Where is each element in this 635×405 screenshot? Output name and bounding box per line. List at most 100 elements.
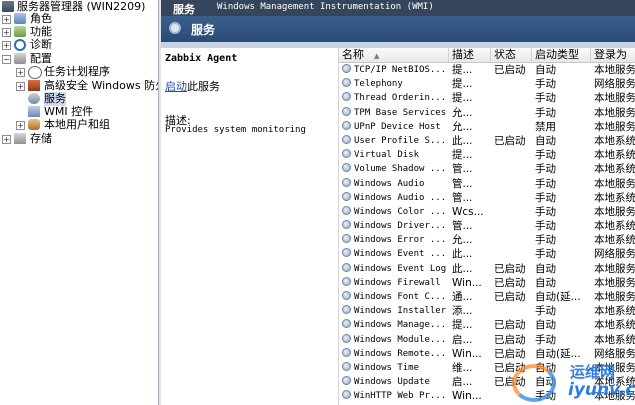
- service-logon-cell: 本地系统: [594, 234, 635, 247]
- service-gear-icon: [342, 248, 351, 258]
- service-name-text: Windows Remote...: [354, 348, 447, 359]
- service-row[interactable]: TPM Base Services 允... 手动 本地服务: [339, 106, 635, 120]
- services-gear-icon: [169, 22, 181, 34]
- services-header: 服务: [161, 16, 635, 42]
- service-logon-cell: 本地系统: [594, 319, 635, 332]
- tree-item-label: WMI 控件: [44, 105, 94, 118]
- expand-icon[interactable]: +: [16, 82, 25, 91]
- service-gear-icon: [342, 305, 351, 315]
- service-gear-icon: [342, 149, 351, 159]
- service-startup-cell: 手动: [535, 177, 556, 190]
- service-row[interactable]: UPnP Device Host 允... 禁用 本地服务: [339, 120, 635, 134]
- service-gear-icon: [342, 333, 351, 343]
- service-startup-cell: 自动: [535, 319, 556, 332]
- service-gear-icon: [342, 163, 351, 173]
- service-logon-cell: 本地系统: [594, 220, 635, 233]
- service-logon-cell: 本地服务: [594, 291, 635, 303]
- firewall-icon: [28, 80, 40, 91]
- service-row[interactable]: Windows Font C... 通... 已启动 自动(延... 本地服务: [339, 290, 635, 304]
- service-name-cell: Volume Shadow ...: [342, 162, 448, 176]
- service-row[interactable]: Windows Color ... Wcs... 手动 本地服务: [339, 205, 635, 219]
- service-name-cell: UPnP Device Host: [342, 120, 448, 134]
- service-gear-icon: [342, 347, 351, 357]
- expand-icon[interactable]: +: [16, 68, 25, 77]
- service-status-cell: 已启动: [494, 276, 526, 289]
- service-name-text: Windows Audio ...: [354, 192, 447, 203]
- column-status[interactable]: 状态: [491, 48, 532, 62]
- service-gear-icon: [342, 262, 351, 272]
- column-logon-as[interactable]: 登录为: [591, 48, 635, 62]
- service-row[interactable]: Windows Error ... 允... 手动 本地系统: [339, 233, 635, 247]
- service-desc-cell: 通...: [452, 291, 473, 303]
- service-startup-cell: 手动: [535, 248, 556, 261]
- expand-icon[interactable]: +: [2, 28, 11, 37]
- service-startup-cell: 自动: [535, 276, 556, 289]
- tree-item-label: 配置: [30, 52, 52, 65]
- service-gear-icon: [342, 64, 351, 73]
- service-row[interactable]: Windows Firewall Win... 已启动 自动 本地服务: [339, 276, 635, 290]
- expand-icon[interactable]: +: [2, 135, 11, 144]
- service-row[interactable]: Windows Audio 管... 手动 本地服务: [339, 177, 635, 191]
- service-row[interactable]: Windows Module... 启... 已启动 手动 本地系统: [339, 333, 635, 347]
- wmi-title: Windows Management Instrumentation (WMI): [217, 2, 434, 12]
- selected-service-name: Zabbix Agent: [165, 53, 238, 64]
- service-desc-cell: 提...: [452, 149, 473, 162]
- service-name-text: TCP/IP NetBIOS...: [354, 65, 447, 75]
- service-name-text: Windows Manage...: [354, 320, 447, 331]
- section-title: 服务: [173, 3, 195, 16]
- service-gear-icon: [342, 78, 351, 88]
- service-status-cell: 已启动: [494, 64, 526, 76]
- service-row[interactable]: Windows Event Log 此... 已启动 自动 本地服务: [339, 262, 635, 276]
- service-logon-cell: 本地系统: [594, 191, 635, 204]
- service-name-text: Windows Event ...: [354, 249, 447, 260]
- column-name[interactable]: 名称 ▲: [339, 48, 449, 62]
- service-row[interactable]: Windows Audio ... 管... 手动 本地系统: [339, 191, 635, 205]
- expand-icon[interactable]: +: [2, 15, 11, 24]
- service-row[interactable]: Windows Manage... 提... 已启动 自动 本地系统: [339, 318, 635, 332]
- roles-icon: [14, 13, 26, 24]
- service-desc-cell: 管...: [452, 220, 473, 233]
- service-row[interactable]: Windows Remote... Win... 已启动 自动(延... 网络服务: [339, 347, 635, 361]
- collapse-icon[interactable]: −: [2, 55, 11, 64]
- service-startup-cell: 手动: [535, 205, 556, 218]
- services-icon: [28, 93, 40, 104]
- service-startup-cell: 手动: [535, 333, 556, 346]
- column-startup-type[interactable]: 启动类型: [532, 48, 591, 62]
- service-name-cell: Windows Firewall: [342, 276, 448, 290]
- service-name-cell: Windows Font C...: [342, 290, 448, 304]
- configuration-icon: [14, 53, 26, 64]
- service-row[interactable]: Volume Shadow ... 管... 手动 本地系统: [339, 162, 635, 176]
- service-gear-icon: [342, 390, 351, 400]
- service-row[interactable]: Windows Installer 添... 手动 本地系统: [339, 304, 635, 318]
- service-row[interactable]: Telephony 提... 手动 网络服务: [339, 77, 635, 91]
- watermark-en: iyunv.com: [568, 380, 635, 400]
- expand-icon[interactable]: +: [16, 121, 25, 130]
- service-name-text: Telephony: [354, 79, 403, 90]
- service-row[interactable]: TCP/IP NetBIOS... 提... 已启动 自动 本地服务: [339, 63, 635, 77]
- service-logon-cell: 本地系统: [594, 149, 635, 162]
- service-gear-icon: [342, 106, 351, 116]
- tree-item-label: 本地用户和组: [44, 118, 110, 131]
- column-description[interactable]: 描述: [449, 48, 491, 62]
- service-desc-cell: 启...: [452, 376, 473, 389]
- service-desc-cell: 此...: [452, 262, 473, 275]
- service-logon-cell: 本地系统: [594, 305, 635, 318]
- service-startup-cell: 自动: [535, 262, 556, 275]
- service-desc-cell: Win...: [452, 390, 482, 403]
- service-row[interactable]: Windows Driver... 管... 手动 本地系统: [339, 219, 635, 233]
- service-name-text: Windows Audio: [354, 178, 425, 189]
- service-gear-icon: [342, 319, 351, 329]
- service-row[interactable]: Virtual Disk 提... 手动 本地系统: [339, 148, 635, 162]
- start-service-link[interactable]: 启动: [165, 80, 187, 93]
- service-rows: TCP/IP NetBIOS... 提... 已启动 自动 本地服务 Telephony 提…: [339, 63, 635, 404]
- service-name-text: User Profile S...: [354, 135, 447, 146]
- service-row[interactable]: Thread Orderin... 提... 手动 本地服务: [339, 91, 635, 105]
- service-row[interactable]: Windows Event ... 此... 手动 网络服务: [339, 247, 635, 261]
- service-gear-icon: [342, 191, 351, 201]
- storage-icon: [14, 133, 26, 144]
- service-row[interactable]: User Profile S... 此... 已启动 自动 本地系统: [339, 134, 635, 148]
- service-startup-cell: 手动: [535, 220, 556, 233]
- features-icon: [14, 26, 26, 37]
- expand-icon[interactable]: +: [2, 41, 11, 50]
- service-name-cell: TPM Base Services: [342, 106, 448, 120]
